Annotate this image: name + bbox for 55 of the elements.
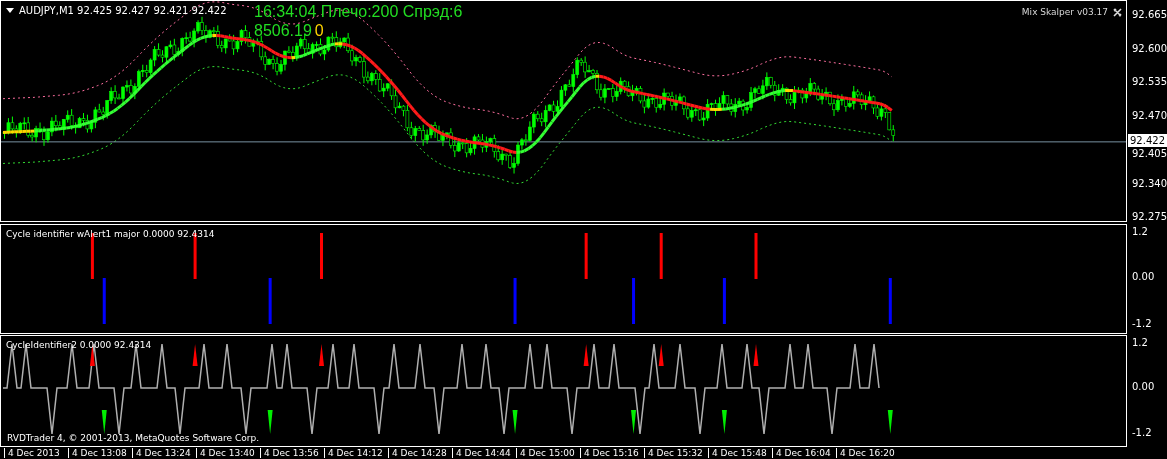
signal-bar [268, 278, 272, 324]
time-axis-label: 4 Dec 15:16 [580, 448, 639, 458]
price-axis-label: 92.405 [1132, 146, 1167, 160]
indicator-label: Mix Skalper v03.17 [1021, 7, 1108, 17]
time-axis-label: 4 Dec 14:28 [388, 448, 447, 458]
time-axis-label: 4 Dec 13:24 [132, 448, 191, 458]
time-axis-label: 4 Dec 15:00 [516, 448, 575, 458]
signal-bar [102, 278, 106, 324]
time-axis-label: 4 Dec 13:56 [260, 448, 319, 458]
signal-spike [101, 410, 107, 434]
price-axis-label: 92.275 [1132, 210, 1167, 224]
signal-bar [888, 278, 892, 324]
signal-bar [722, 278, 726, 324]
dropdown-icon[interactable] [6, 8, 14, 13]
indicator-axis-label: 0.00 [1132, 380, 1155, 393]
price-axis-label: 92.600 [1132, 41, 1167, 55]
signal-spike [658, 344, 664, 366]
price-axis-label: 92.665 [1132, 8, 1167, 21]
time-axis-label: 4 Dec 13:40 [196, 448, 255, 458]
time-axis-label: 4 Dec 15:48 [708, 448, 767, 458]
current-price-label: 92.422 [1128, 133, 1167, 147]
balance-text: 8506.19 [254, 22, 312, 40]
signal-spike [319, 344, 324, 366]
clock-leverage-spread-text: 16:34:04 Плечо:200 Спрэд:6 [254, 3, 463, 21]
price-axis-label: 92.470 [1132, 109, 1167, 123]
signal-spike [583, 344, 589, 366]
time-axis-label: 4 Dec 14:44 [452, 448, 511, 458]
signal-bar [320, 233, 323, 279]
time-axis-label: 4 Dec 16:04 [772, 448, 831, 458]
indicator-axis-label: 0.00 [1132, 270, 1155, 283]
indicator-axis-label: 1.2 [1132, 336, 1148, 349]
signal-spike [631, 410, 637, 434]
price-axis-label: 92.535 [1132, 75, 1167, 89]
time-axis-label: 4 Dec 16:20 [836, 448, 895, 458]
indicator-axis-label: 1.2 [1132, 225, 1148, 238]
signal-bar [632, 278, 636, 324]
time-axis-label: 4 Dec 14:12 [324, 448, 383, 458]
signal-bar [659, 233, 663, 279]
indicator-title: CycleIdentifier2 0.0000 92.4314 [6, 340, 152, 350]
balance-suffix-text: 0 [314, 22, 324, 40]
indicator-axis-label: -1.2 [1132, 426, 1152, 439]
indicator-axis-label: -1.2 [1132, 317, 1152, 330]
price-axis-label: 92.340 [1132, 176, 1167, 190]
copyright-text: RVDTrader 4, © 2001-2013, MetaQuotes Software Corp. [7, 433, 259, 443]
tools-icon[interactable] [1113, 7, 1122, 17]
symbol-quote-text: AUDJPY,M1 92.425 92.427 92.421 92.422 [19, 5, 227, 16]
time-axis-label: 4 Dec 15:32 [644, 448, 703, 458]
time-axis-label: 4 Dec 13:08 [68, 448, 127, 458]
signal-bar [584, 233, 588, 279]
signal-spike [887, 410, 893, 434]
signal-bar [754, 233, 758, 279]
time-axis-label: 4 Dec 2013 [4, 448, 60, 458]
signal-spike [721, 410, 727, 434]
indicator-title: Cycle identifier wAlert1 major 0.0000 92.4314 [6, 229, 215, 239]
signal-bar [513, 278, 517, 324]
